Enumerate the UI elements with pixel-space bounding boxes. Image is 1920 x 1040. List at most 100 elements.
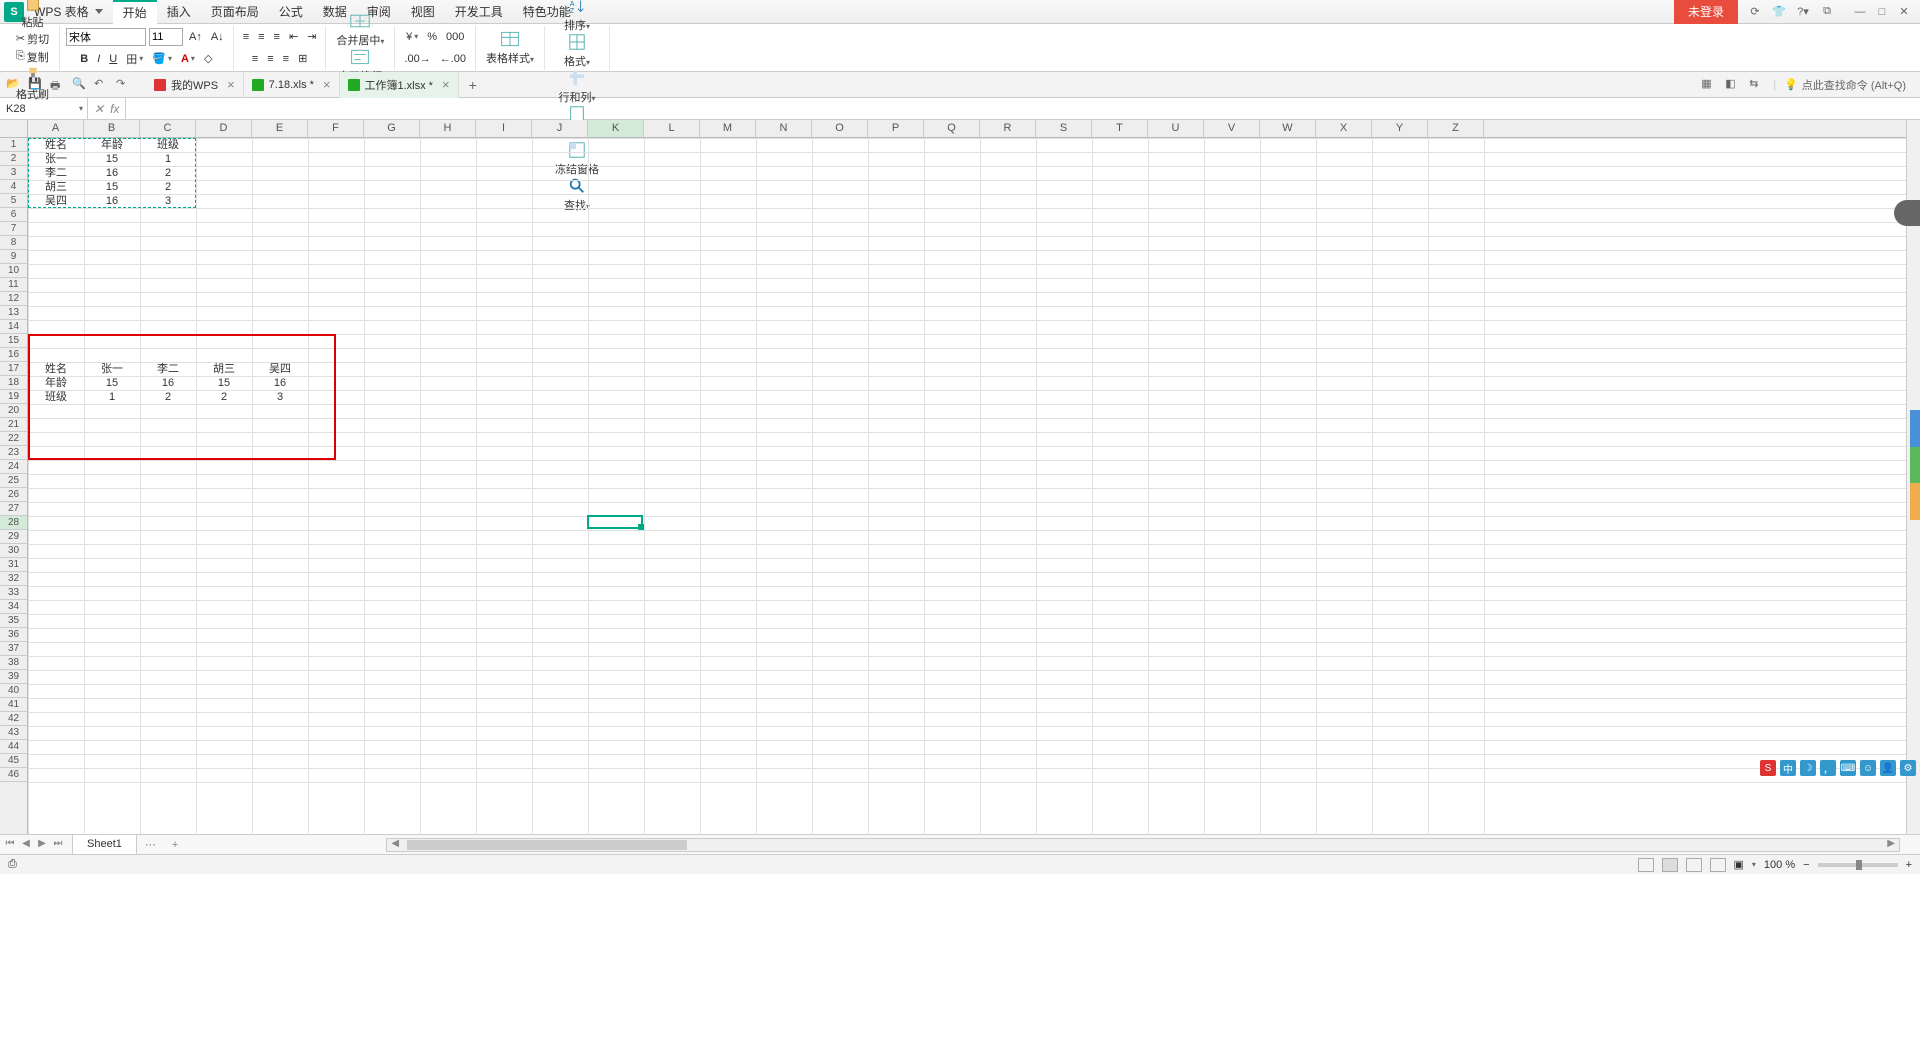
col-header-O[interactable]: O (812, 120, 868, 137)
row-header-30[interactable]: 30 (0, 544, 27, 558)
row-header-19[interactable]: 19 (0, 390, 27, 404)
format-button[interactable]: 格式▾ (560, 33, 594, 69)
formula-input[interactable] (126, 98, 1920, 119)
row-header-43[interactable]: 43 (0, 726, 27, 740)
font-family-select[interactable] (66, 28, 146, 46)
row-header-1[interactable]: 1 (0, 138, 27, 152)
cell-B19[interactable]: 1 (84, 390, 140, 404)
view-dropdown[interactable]: ▾ (1752, 860, 1756, 869)
maximize-button[interactable]: □ (1874, 4, 1890, 20)
close-tab-icon[interactable]: × (438, 77, 450, 92)
ime-punct-icon[interactable]: ， (1820, 760, 1836, 776)
sheet-tab-sheet1[interactable]: Sheet1 (72, 835, 137, 855)
align-left-button[interactable]: ≡ (249, 52, 261, 66)
cell-B2[interactable]: 15 (84, 152, 140, 166)
align-bottom-button[interactable]: ≡ (271, 30, 283, 44)
cell-A2[interactable]: 张一 (28, 152, 84, 166)
name-box[interactable]: K28▾ (0, 98, 88, 119)
col-header-A[interactable]: A (28, 120, 84, 137)
scrollbar-thumb[interactable] (407, 840, 687, 850)
doc-tab-2[interactable]: 工作簿1.xlsx *× (340, 72, 459, 98)
underline-button[interactable]: U (106, 52, 120, 66)
cell-A4[interactable]: 胡三 (28, 180, 84, 194)
increase-font-button[interactable]: A↑ (186, 30, 205, 44)
col-header-J[interactable]: J (532, 120, 588, 137)
qa-icon-2[interactable]: ◧ (1725, 77, 1741, 93)
fill-color-button[interactable]: 🪣▾ (149, 51, 175, 66)
table-styles-button[interactable]: 表格样式▾ (482, 26, 538, 70)
ime-user-icon[interactable]: 👤 (1880, 760, 1896, 776)
ime-keyboard-icon[interactable]: ⌨ (1840, 760, 1856, 776)
align-right-button[interactable]: ≡ (280, 52, 292, 66)
row-header-8[interactable]: 8 (0, 236, 27, 250)
row-header-44[interactable]: 44 (0, 740, 27, 754)
font-color-button[interactable]: A▾ (178, 52, 198, 66)
spreadsheet-grid[interactable]: ABCDEFGHIJKLMNOPQRSTUVWXYZ 1234567891011… (0, 120, 1920, 834)
qa-icon-3[interactable]: ⇆ (1749, 77, 1765, 93)
decrease-font-button[interactable]: A↓ (208, 30, 227, 44)
view-grid-button[interactable] (1662, 858, 1678, 872)
cell-C19[interactable]: 2 (140, 390, 196, 404)
align-top-button[interactable]: ≡ (240, 30, 252, 44)
cell-B17[interactable]: 张一 (84, 362, 140, 376)
currency-button[interactable]: ¥▾ (403, 30, 421, 44)
row-header-41[interactable]: 41 (0, 698, 27, 712)
row-header-2[interactable]: 2 (0, 152, 27, 166)
indent-decrease-button[interactable]: ⇤ (286, 29, 301, 44)
row-header-28[interactable]: 28 (0, 516, 27, 530)
col-header-V[interactable]: V (1204, 120, 1260, 137)
col-header-U[interactable]: U (1148, 120, 1204, 137)
side-assistant-button[interactable] (1894, 200, 1920, 226)
row-header-3[interactable]: 3 (0, 166, 27, 180)
col-header-M[interactable]: M (700, 120, 756, 137)
col-header-B[interactable]: B (84, 120, 140, 137)
col-header-D[interactable]: D (196, 120, 252, 137)
cut-button[interactable]: ✂剪切 (13, 30, 52, 48)
bold-button[interactable]: B (77, 52, 91, 66)
row-header-10[interactable]: 10 (0, 264, 27, 278)
col-header-C[interactable]: C (140, 120, 196, 137)
col-header-P[interactable]: P (868, 120, 924, 137)
skin-icon[interactable]: 👕 (1772, 5, 1786, 19)
menu-tab-0[interactable]: 开始 (113, 0, 157, 24)
doc-tab-1[interactable]: 7.18.xls *× (244, 72, 340, 98)
italic-button[interactable]: I (94, 52, 103, 66)
zoom-slider[interactable] (1818, 863, 1898, 867)
help-icon[interactable]: ?▾ (1796, 5, 1810, 19)
row-header-13[interactable]: 13 (0, 306, 27, 320)
row-header-11[interactable]: 11 (0, 278, 27, 292)
cell-B5[interactable]: 16 (84, 194, 140, 208)
row-header-17[interactable]: 17 (0, 362, 27, 376)
row-header-38[interactable]: 38 (0, 656, 27, 670)
open-icon[interactable]: 📂 (6, 77, 22, 93)
cell-C4[interactable]: 2 (140, 180, 196, 194)
col-header-R[interactable]: R (980, 120, 1036, 137)
app-menu-dropdown[interactable] (95, 9, 103, 14)
col-header-S[interactable]: S (1036, 120, 1092, 137)
row-header-34[interactable]: 34 (0, 600, 27, 614)
doc-tab-0[interactable]: 我的WPS× (146, 72, 244, 98)
row-header-18[interactable]: 18 (0, 376, 27, 390)
increase-decimal-button[interactable]: .00→ (401, 52, 433, 66)
cell-D18[interactable]: 15 (196, 376, 252, 390)
paste-button[interactable]: 粘贴 (18, 0, 48, 30)
refresh-icon[interactable]: ⟳ (1748, 5, 1762, 19)
row-header-27[interactable]: 27 (0, 502, 27, 516)
cell-A17[interactable]: 姓名 (28, 362, 84, 376)
print-icon[interactable]: 🖶 (50, 77, 66, 93)
align-center-button[interactable]: ≡ (264, 52, 276, 66)
col-header-W[interactable]: W (1260, 120, 1316, 137)
cell-B18[interactable]: 15 (84, 376, 140, 390)
cell-C17[interactable]: 李二 (140, 362, 196, 376)
sheet-last-button[interactable]: ⏭ (52, 838, 64, 852)
cell-C3[interactable]: 2 (140, 166, 196, 180)
row-header-31[interactable]: 31 (0, 558, 27, 572)
copy-button[interactable]: ⎘复制 (13, 48, 52, 66)
col-header-T[interactable]: T (1092, 120, 1148, 137)
row-header-9[interactable]: 9 (0, 250, 27, 264)
decrease-decimal-button[interactable]: ←.00 (437, 52, 469, 66)
sort-button[interactable]: AZ 排序▾ (560, 0, 594, 33)
menu-tab-6[interactable]: 视图 (401, 0, 445, 24)
sheet-next-button[interactable]: ▶ (36, 838, 48, 852)
cell-E19[interactable]: 3 (252, 390, 308, 404)
